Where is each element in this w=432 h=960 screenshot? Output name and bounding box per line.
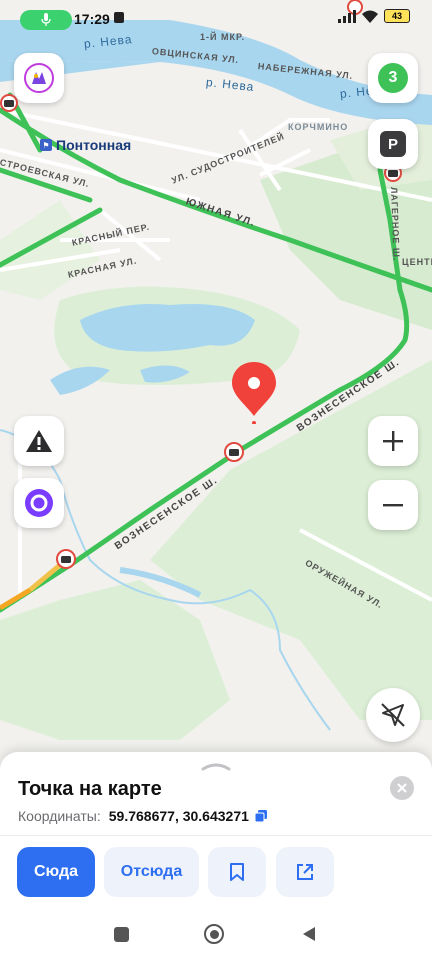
system-nav-bar xyxy=(0,910,432,960)
sheet-handle-icon[interactable] xyxy=(200,760,232,772)
close-icon xyxy=(397,783,407,793)
my-location-button[interactable] xyxy=(366,688,420,742)
warning-triangle-icon xyxy=(26,430,52,452)
coordinates-value: 59.768677, 30.643271 xyxy=(108,808,249,824)
zoom-in-button[interactable] xyxy=(368,416,418,466)
signal-icon xyxy=(338,9,356,23)
metro-station-name: Понтонная xyxy=(56,137,132,153)
speed-camera-icon xyxy=(56,549,76,569)
map-label-street: ЦЕНТРА xyxy=(402,257,432,267)
traffic-score-badge: 3 xyxy=(378,63,408,93)
route-to-here-button[interactable]: Сюда xyxy=(17,847,95,897)
profile-button[interactable] xyxy=(14,53,64,103)
location-arrow-off-icon xyxy=(381,703,405,727)
alice-icon xyxy=(25,489,53,517)
parking-icon: P xyxy=(380,131,406,157)
copy-icon[interactable] xyxy=(254,810,267,822)
avatar-icon xyxy=(24,63,54,93)
notification-icon xyxy=(114,12,124,23)
traffic-button[interactable]: 3 xyxy=(368,53,418,103)
parking-button[interactable]: P xyxy=(368,119,418,169)
back-button[interactable] xyxy=(300,925,318,943)
alice-assistant-button[interactable] xyxy=(14,478,64,528)
speed-camera-icon xyxy=(0,94,18,112)
bookmark-button[interactable] xyxy=(208,847,266,897)
location-pin-icon[interactable] xyxy=(229,360,279,424)
divider xyxy=(0,835,432,836)
microphone-active-icon xyxy=(20,10,72,30)
zoom-out-button[interactable] xyxy=(368,480,418,530)
recent-apps-button[interactable] xyxy=(114,927,129,942)
metro-station[interactable]: ⚑ Понтонная xyxy=(40,137,131,153)
coordinates-label: Координаты: xyxy=(18,808,101,824)
bookmark-icon xyxy=(230,863,244,881)
close-button[interactable] xyxy=(390,776,414,800)
road-events-button[interactable] xyxy=(14,416,64,466)
share-button[interactable] xyxy=(276,847,334,897)
map-label-district: КОРЧМИНО xyxy=(288,122,349,132)
plus-icon xyxy=(383,431,403,451)
clock: 17:29 xyxy=(74,11,110,27)
route-from-here-button[interactable]: Отсюда xyxy=(104,847,199,897)
battery-indicator: 43 xyxy=(384,9,410,23)
speed-camera-icon xyxy=(224,442,244,462)
place-title: Точка на карте xyxy=(18,778,162,800)
train-icon: ⚑ xyxy=(40,139,52,151)
minus-icon xyxy=(383,504,403,507)
coordinates-row[interactable]: Координаты: 59.768677, 30.643271 xyxy=(18,808,267,824)
status-bar: 17:29 43 xyxy=(0,0,432,38)
share-icon xyxy=(297,864,313,880)
wifi-icon xyxy=(362,10,378,23)
home-button[interactable] xyxy=(204,924,224,944)
